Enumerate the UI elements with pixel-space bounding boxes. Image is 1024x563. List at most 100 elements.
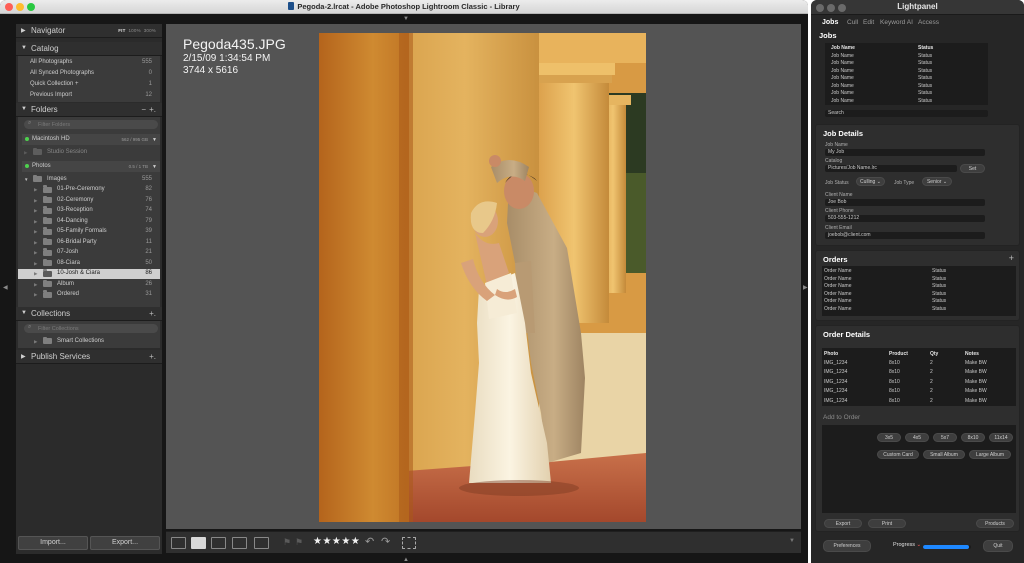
zoom-100[interactable]: 100% (128, 28, 140, 33)
rotate-left-icon[interactable]: ↶ (365, 535, 374, 548)
order-print-button[interactable]: Print (868, 519, 906, 528)
order-detail-row[interactable]: IMG_1234 8x10 2 Make BW (822, 378, 1016, 386)
order-row[interactable]: Order Name Status (822, 282, 1016, 290)
job-row[interactable]: Job Name Status (825, 89, 988, 97)
flag-reject-icon[interactable]: ⚑ (295, 537, 303, 548)
rotate-right-icon[interactable]: ↷ (381, 535, 390, 548)
job-status-select[interactable]: Culling ⌄ (856, 177, 885, 186)
tab-jobs[interactable]: Jobs (822, 19, 838, 26)
catalog-item[interactable]: All Photographs 555 (18, 57, 160, 68)
grid-view-icon[interactable] (171, 537, 186, 549)
progress-select[interactable]: Progress ⌄ (893, 542, 921, 548)
folder-item[interactable]: ▶ Ordered 31 (18, 290, 160, 301)
folders-header[interactable]: ▼ Folders − +. (16, 103, 162, 117)
catalog-item[interactable]: All Synced Photographs 0 (18, 68, 160, 79)
star-rating[interactable]: ★★★★★ (313, 536, 360, 547)
order-row[interactable]: Order Name Status (822, 275, 1016, 283)
minus-icon[interactable]: − (141, 105, 146, 114)
order-detail-row[interactable]: IMG_1234 8x10 2 Make BW (822, 359, 1016, 367)
preferences-button[interactable]: Preferences (823, 540, 871, 552)
tab-access[interactable]: Access (918, 19, 939, 26)
client-name-field[interactable]: Joe Bob (825, 199, 985, 206)
custom-card-button[interactable]: Custom Card (877, 450, 919, 459)
large-album-button[interactable]: Large Album (969, 450, 1011, 459)
wedding-couple-photo[interactable] (319, 33, 646, 522)
import-button[interactable]: Import... (18, 536, 88, 550)
size-5x7-button[interactable]: 5x7 (933, 433, 957, 442)
volume-macintosh-hd[interactable]: Macintosh HD 562 / 995 GB ▼ (22, 134, 160, 145)
size-11x14-button[interactable]: 11x14 (989, 433, 1013, 442)
export-button[interactable]: Export... (90, 536, 160, 550)
folder-item[interactable]: ▶ Album 26 (18, 279, 160, 290)
zoom-fit[interactable]: FIT (118, 28, 125, 33)
order-row[interactable]: Order Name Status (822, 297, 1016, 305)
client-phone-field[interactable]: 503-555-1212 (825, 215, 985, 222)
survey-view-icon[interactable] (232, 537, 247, 549)
job-row[interactable]: Job Name Status (825, 82, 988, 90)
folder-item[interactable]: ▶ 01-Pre-Ceremony 82 (18, 185, 160, 196)
top-panel-toggle-icon[interactable]: ▼ (403, 16, 409, 22)
volume-photos[interactable]: Photos 0.5 / 1 TB ▼ (22, 161, 160, 172)
job-row[interactable]: Job Name Status (825, 59, 988, 67)
order-row[interactable]: Order Name Status (822, 305, 1016, 313)
job-row[interactable]: Job Name Status (825, 74, 988, 82)
flag-pick-icon[interactable]: ⚑ (283, 537, 291, 548)
folder-item[interactable]: ▶ 04-Dancing 79 (18, 216, 160, 227)
order-detail-row[interactable]: IMG_1234 8x10 2 Make BW (822, 387, 1016, 395)
catalog-item[interactable]: Quick Collection + 1 (18, 79, 160, 90)
size-8x10-button[interactable]: 8x10 (961, 433, 985, 442)
tab-edit[interactable]: Edit (863, 19, 874, 26)
left-panel-toggle-icon[interactable]: ◀ (3, 285, 8, 291)
add-folder-icon[interactable]: +. (149, 105, 156, 114)
order-row[interactable]: Order Name Status (822, 267, 1016, 275)
job-row[interactable]: Job Name Status (825, 97, 988, 105)
order-row[interactable]: Order Name Status (822, 290, 1016, 298)
job-row[interactable]: Job Name Status (825, 52, 988, 60)
add-order-icon[interactable]: + (1009, 253, 1014, 263)
client-email-field[interactable]: joebob@client.com (825, 232, 985, 239)
bottom-panel-toggle-icon[interactable]: ▲ (403, 557, 409, 563)
quit-button[interactable]: Quit (983, 540, 1013, 552)
compare-view-icon[interactable] (211, 537, 226, 549)
products-button[interactable]: Products (976, 519, 1014, 528)
toolbar-menu-chevron-icon[interactable]: ▼ (789, 538, 795, 544)
set-catalog-button[interactable]: Set (960, 164, 985, 173)
loupe-view-icon[interactable] (191, 537, 206, 549)
catalog-field[interactable]: Pictures/Job Name.lrc (825, 165, 957, 172)
navigator-zoom-levels[interactable]: FIT 100% 300% (118, 28, 156, 33)
add-publish-service-icon[interactable]: +. (149, 352, 156, 361)
tab-keyword-ai[interactable]: Keyword AI (880, 19, 913, 26)
collections-filter-input[interactable]: ⌕ Filter Collections (24, 324, 158, 333)
order-detail-row[interactable]: IMG_1234 8x10 2 Make BW (822, 397, 1016, 405)
jobs-search-input[interactable]: Search (825, 110, 988, 117)
catalog-item[interactable]: Previous Import 12 (18, 90, 160, 101)
folder-item[interactable]: ▶ 03-Reception 74 (18, 206, 160, 217)
add-collection-icon[interactable]: +. (149, 309, 156, 318)
volume-dropdown-icon[interactable]: ▼ (152, 164, 157, 170)
job-type-select[interactable]: Senior ⌄ (922, 177, 952, 186)
people-view-icon[interactable] (254, 537, 269, 549)
collections-header[interactable]: ▼ Collections +. (16, 307, 162, 321)
folder-item[interactable]: ▶ 02-Ceremony 76 (18, 195, 160, 206)
crop-overlay-icon[interactable] (402, 537, 416, 549)
catalog-header[interactable]: ▼ Catalog (16, 42, 162, 56)
smart-collections-item[interactable]: ▶ Smart Collections (18, 336, 160, 347)
folder-item[interactable]: ▶ 06-Bridal Party 11 (18, 237, 160, 248)
right-panel-toggle-icon[interactable]: ▶ (803, 285, 808, 291)
volume-dropdown-icon[interactable]: ▼ (152, 137, 157, 143)
small-album-button[interactable]: Small Album (923, 450, 965, 459)
zoom-300[interactable]: 300% (144, 28, 156, 33)
job-name-field[interactable]: My Job (825, 149, 985, 156)
folder-item-selected[interactable]: ▶ 10-Josh & Ciara 86 (18, 268, 160, 279)
publish-services-header[interactable]: ▶ Publish Services +. (16, 350, 162, 364)
order-export-button[interactable]: Export (824, 519, 862, 528)
folder-item[interactable]: ▶ 08-Ciara 50 (18, 258, 160, 269)
folders-filter-input[interactable]: ⌕ Filter Folders (24, 120, 158, 129)
job-row[interactable]: Job Name Status (825, 67, 988, 75)
order-detail-row[interactable]: IMG_1234 8x10 2 Make BW (822, 368, 1016, 376)
size-4x5-button[interactable]: 4x5 (905, 433, 929, 442)
folder-item[interactable]: ▶ 07-Josh 21 (18, 248, 160, 259)
folder-item-images[interactable]: ▼ Images 555 (18, 174, 160, 185)
size-3x5-button[interactable]: 3x5 (877, 433, 901, 442)
folder-item-studio-session[interactable]: ▶ Studio Session (18, 147, 160, 158)
